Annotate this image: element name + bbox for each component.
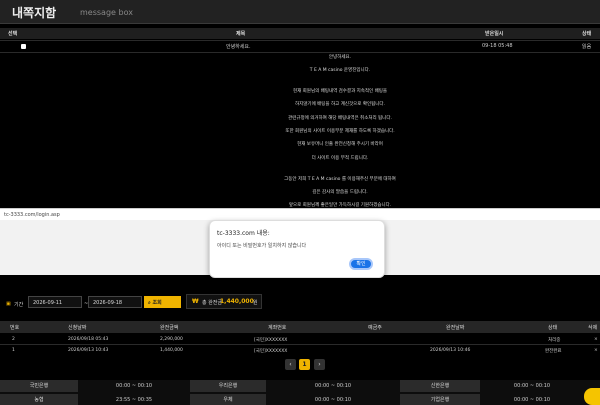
message-line: T E A M casino 운영진입니다. bbox=[309, 68, 371, 73]
col-request-date: 신청날짜 bbox=[68, 325, 87, 331]
next-page-button[interactable]: › bbox=[314, 359, 325, 370]
col-no: 번호 bbox=[10, 325, 20, 331]
page-header: 내쪽지함 message box bbox=[0, 0, 600, 24]
message-line: 현재 보유머니 인출 완전신청해 주시기 바라며 bbox=[297, 142, 383, 147]
page-title: 내쪽지함 bbox=[12, 6, 57, 20]
col-delete: 삭제 bbox=[588, 325, 598, 331]
url-text: tc-3333.com/login.asp bbox=[4, 212, 60, 218]
bank-maintenance-table: 국민은행 00:00 ~ 00:10 우리은행 00:00 ~ 00:10 신한… bbox=[0, 380, 600, 405]
calendar-icon: ▣ bbox=[6, 301, 11, 307]
col-select: 선택 bbox=[8, 31, 18, 37]
message-line: 하지않기에 배팅을 하고 계신것으로 확인됩니다. bbox=[295, 102, 385, 107]
col-date: 받은일시 bbox=[485, 31, 504, 37]
col-title: 제목 bbox=[236, 31, 246, 37]
total-unit: 원 bbox=[253, 300, 258, 306]
prev-page-button[interactable]: ‹ bbox=[285, 359, 296, 370]
total-value: 1,440,000 bbox=[220, 298, 254, 305]
message-line: 또한 회원님의 사이트 이용부분 제재를 하도록 하겠습니다. bbox=[285, 129, 395, 134]
url-status-bar: tc-3333.com/login.asp bbox=[0, 208, 600, 220]
message-line: 깊은 감사의 말씀을 드립니다. bbox=[312, 190, 368, 195]
delete-icon[interactable]: × bbox=[594, 337, 598, 342]
message-date: 09-18 05:48 bbox=[482, 43, 513, 49]
col-done-date: 완전날짜 bbox=[446, 325, 465, 331]
message-line: 안녕하세요. bbox=[328, 55, 352, 60]
message-line: 더 사이트 이용 부적 드립니다. bbox=[311, 156, 369, 161]
table-row: 2 2026/09/18 05:43 2,290,000 [국민]XXXXXXX… bbox=[12, 337, 598, 343]
col-status: 상태 bbox=[582, 31, 592, 37]
total-withdrawal: ₩ 총 완전금 1,440,000 원 bbox=[186, 294, 262, 309]
alert-title: tc-3333.com 내용: bbox=[217, 230, 270, 237]
page-1-button[interactable]: 1 bbox=[299, 359, 310, 370]
won-icon: ₩ bbox=[192, 298, 199, 305]
filter-label: 기간 bbox=[14, 302, 24, 308]
date-to-input[interactable]: 2026-09-18 bbox=[88, 296, 142, 308]
col-account: 계좌번호 bbox=[268, 325, 287, 331]
table-row: 1 2026/09/13 10:43 1,440,000 [국민]XXXXXXX… bbox=[12, 348, 598, 354]
col-amount: 완전금액 bbox=[160, 325, 179, 331]
withdrawal-table-header: 번호 신청날짜 완전금액 계좌번호 예금주 완전날짜 상태 삭제 bbox=[0, 321, 600, 333]
chat-widget-icon[interactable] bbox=[584, 388, 600, 405]
alert-ok-button[interactable]: 확인 bbox=[349, 258, 373, 270]
message-status: 읽음 bbox=[582, 44, 592, 50]
message-line: 그동안 저희 T E A M casino 를 이용해주신 부분에 대하여 bbox=[284, 177, 396, 182]
message-line: 현재 회원님의 배팅내역 검수결과 지속적인 배팅을 bbox=[292, 89, 388, 94]
search-button-label: 조회 bbox=[152, 300, 162, 306]
page-subtitle: message box bbox=[80, 8, 133, 17]
message-table-header: 선택 제목 받은일시 상태 bbox=[0, 28, 600, 39]
col-status: 상태 bbox=[548, 325, 558, 331]
message-line: 관련규정에 의거하여 해당 배팅내역은 취소처리 됩니다. bbox=[288, 116, 392, 121]
alert-message: 아이디 또는 비밀번호가 일치하지 않습니다 bbox=[217, 243, 307, 249]
alert-dialog: tc-3333.com 내용: 아이디 또는 비밀번호가 일치하지 않습니다 확… bbox=[209, 220, 385, 278]
col-holder: 예금주 bbox=[368, 325, 382, 331]
message-row[interactable]: 안녕하세요. 09-18 05:48 읽음 bbox=[0, 41, 600, 51]
message-title[interactable]: 안녕하세요. bbox=[226, 43, 251, 50]
delete-icon[interactable]: × bbox=[594, 348, 598, 353]
total-label: 총 완전금 bbox=[202, 300, 222, 306]
date-from-input[interactable]: 2026-09-11 bbox=[28, 296, 82, 308]
search-button[interactable]: ⌕ 조회 bbox=[144, 296, 181, 308]
